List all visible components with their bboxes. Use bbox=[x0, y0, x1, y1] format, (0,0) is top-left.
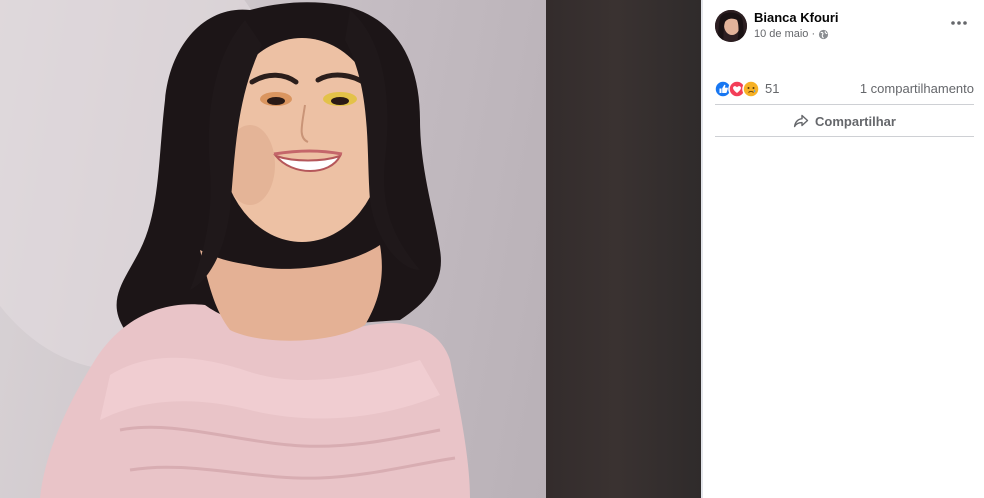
globe-icon bbox=[819, 29, 829, 39]
post-date[interactable]: 10 de maio · bbox=[754, 28, 815, 40]
share-button[interactable]: Compartilhar bbox=[715, 106, 974, 136]
avatar-image bbox=[715, 10, 747, 42]
photo-illustration bbox=[0, 0, 470, 498]
sad-icon bbox=[742, 80, 760, 98]
share-button-label: Compartilhar bbox=[815, 113, 896, 129]
author-name[interactable]: Bianca Kfouri bbox=[754, 10, 839, 25]
post-side-panel: Bianca Kfouri 10 de maio · 51 1 comparti… bbox=[703, 0, 984, 498]
reactions-summary: 51 1 compartilhamento bbox=[715, 80, 974, 98]
share-count[interactable]: 1 compartilhamento bbox=[860, 81, 974, 96]
divider-bottom bbox=[715, 136, 974, 137]
photo-viewer bbox=[0, 0, 701, 498]
divider-top bbox=[715, 104, 974, 105]
post-meta: 10 de maio · bbox=[754, 28, 829, 40]
avatar[interactable] bbox=[715, 10, 747, 42]
more-options-icon[interactable] bbox=[950, 14, 968, 32]
post-photo[interactable] bbox=[0, 0, 546, 498]
reaction-count[interactable]: 51 bbox=[765, 81, 779, 96]
reaction-icons[interactable] bbox=[715, 80, 763, 98]
share-arrow-icon bbox=[793, 114, 809, 128]
viewer-backdrop bbox=[546, 0, 701, 498]
